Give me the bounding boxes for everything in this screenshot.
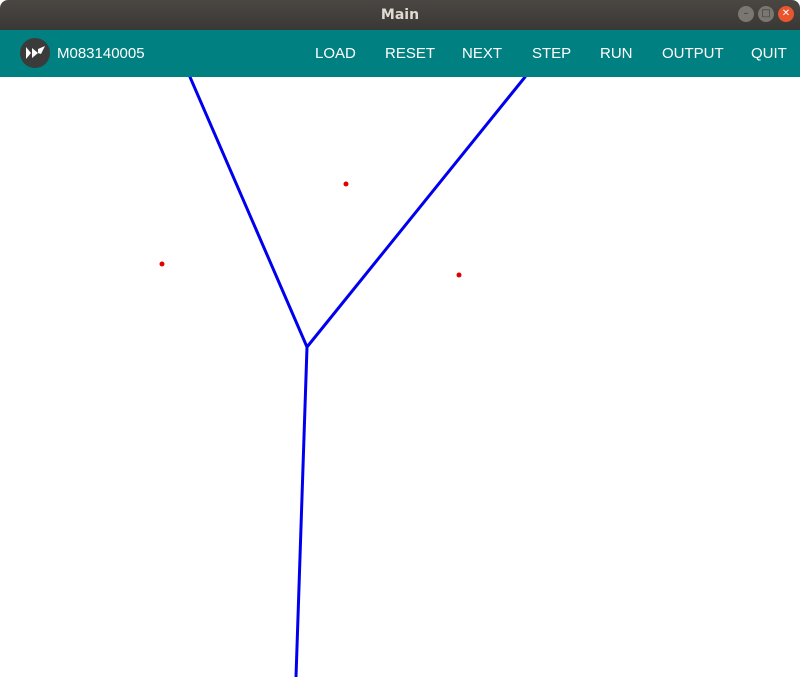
drawing-canvas[interactable] [0, 75, 800, 679]
voronoi-diagram[interactable] [0, 75, 800, 679]
app-id-label: M083140005 [57, 45, 145, 62]
kivy-logo-icon [26, 46, 45, 59]
site-point-1 [343, 181, 349, 187]
minimize-icon: – [743, 8, 749, 19]
reset-button[interactable]: RESET [385, 45, 435, 62]
step-button[interactable]: STEP [532, 45, 571, 62]
voronoi-edge-2 [305, 75, 527, 349]
window-controls: – □ ✕ [738, 6, 794, 22]
close-icon: ✕ [781, 8, 791, 19]
quit-button[interactable]: QUIT [751, 45, 787, 62]
close-button[interactable]: ✕ [778, 6, 794, 22]
site-point-2 [159, 261, 165, 267]
output-button[interactable]: OUTPUT [662, 45, 724, 62]
window-titlebar[interactable]: Main – □ ✕ [0, 0, 800, 30]
app-logo [20, 38, 50, 68]
app-toolbar: M083140005 LOAD RESET NEXT STEP RUN OUTP… [0, 30, 800, 77]
run-button[interactable]: RUN [600, 45, 633, 62]
window-title: Main [380, 7, 420, 23]
voronoi-edge-3 [294, 345, 309, 679]
minimize-button[interactable]: – [738, 6, 754, 22]
maximize-icon: □ [761, 8, 771, 19]
voronoi-edge-1 [188, 75, 309, 349]
next-button[interactable]: NEXT [462, 45, 502, 62]
load-button[interactable]: LOAD [315, 45, 356, 62]
site-point-3 [456, 272, 462, 278]
maximize-button[interactable]: □ [758, 6, 774, 22]
